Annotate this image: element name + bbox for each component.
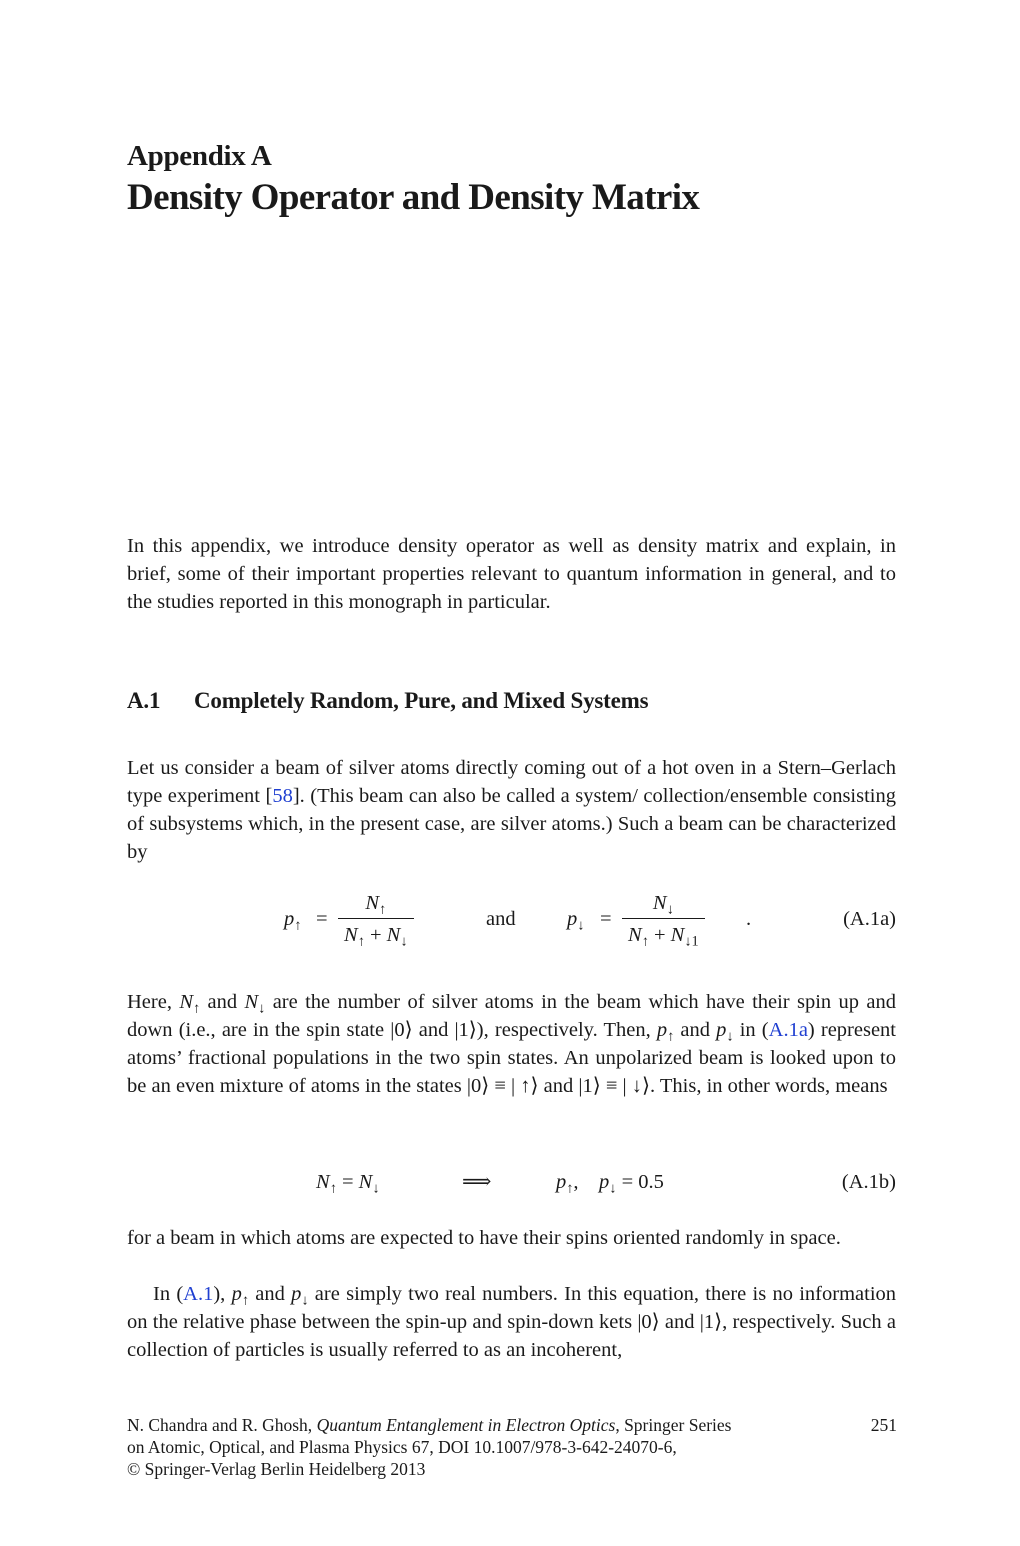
eq-connector: and: [486, 908, 516, 930]
fraction-p-down: N↓ N↑ + N↓1: [622, 889, 705, 949]
page-number: 251: [870, 1415, 897, 1435]
denominator: N↑ + N↓: [338, 918, 414, 949]
eq-condition: N↑ = N↓: [316, 1171, 380, 1197]
equation-a1a: p↑ = N↑ N↑ + N↓ and p↓ = N↓ N↑ + N↓1 . (…: [284, 887, 896, 953]
section-title: Completely Random, Pure, and Mixed Syste…: [194, 688, 649, 713]
section-number: A.1: [127, 688, 161, 713]
citation-link[interactable]: 58: [272, 785, 293, 807]
eq-equals: =: [600, 908, 612, 930]
eq-result: p↑, p↓ = 0.5: [556, 1171, 664, 1197]
eq-equals: =: [316, 908, 328, 930]
footer-line-1: N. Chandra and R. Ghosh, Quantum Entangl…: [127, 1415, 732, 1435]
equation-label: (A.1a): [843, 908, 896, 930]
equation-link[interactable]: A.1a: [769, 1019, 808, 1041]
equation-label: (A.1b): [841, 1171, 896, 1193]
equation-a1b: N↑ = N↓ ⟹ p↑, p↓ = 0.5 (A.1b): [316, 1168, 896, 1198]
chapter-title: Density Operator and Density Matrix: [127, 177, 700, 218]
denominator: N↑ + N↓1: [622, 918, 705, 949]
eq-period: .: [746, 908, 752, 930]
eq-lhs-p-down: p↓: [567, 908, 585, 934]
fraction-p-up: N↑ N↑ + N↓: [338, 889, 414, 949]
intro-paragraph: In this appendix, we introduce density o…: [127, 535, 896, 613]
paragraph-1: Let us consider a beam of silver atoms d…: [127, 754, 896, 866]
paragraph-3: for a beam in which atoms are expected t…: [127, 1227, 841, 1249]
footer-copyright: © Springer-Verlag Berlin Heidelberg 2013: [127, 1459, 426, 1479]
equation-link[interactable]: A.1: [183, 1283, 213, 1305]
numerator: N↓: [652, 892, 674, 918]
eq-lhs-p-up: p↑: [284, 908, 302, 934]
footer-citation: N. Chandra and R. Ghosh, Quantum Entangl…: [127, 1414, 897, 1480]
footer-line-2: on Atomic, Optical, and Plasma Physics 6…: [127, 1437, 677, 1457]
chapter-label: Appendix A: [127, 140, 272, 172]
paragraph-2: Here, N↑ and N↓ are the number of silver…: [127, 991, 897, 1097]
eq-implies: ⟹: [462, 1171, 492, 1193]
numerator: N↑: [365, 892, 387, 918]
paragraph-4: In (A.1), p↑ and p↓ are simply two real …: [127, 1283, 897, 1361]
book-title: Quantum Entanglement in Electron Optics: [316, 1415, 616, 1435]
section-heading: A.1 Completely Random, Pure, and Mixed Sy…: [127, 686, 649, 716]
